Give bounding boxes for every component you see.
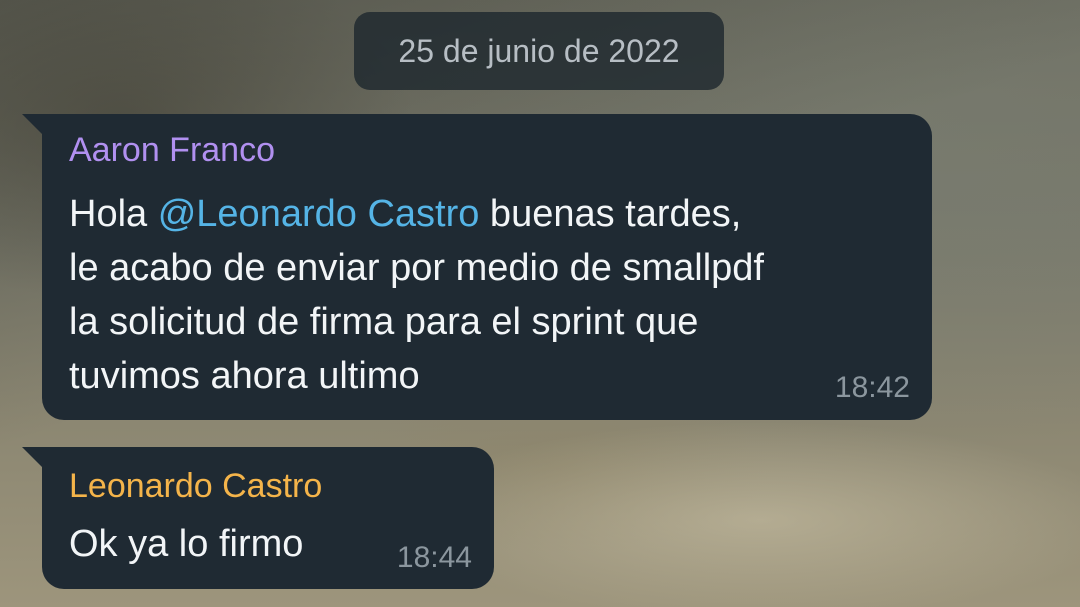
message-text-segment: Hola [69,193,158,235]
message-line: la solicitud de firma para el sprint que [69,301,699,343]
date-separator: 25 de junio de 2022 [354,12,724,90]
message-timestamp: 18:44 [396,541,472,574]
mention-link[interactable]: @Leonardo Castro [158,193,480,235]
sender-name[interactable]: Leonardo Castro [69,467,322,506]
message-text-segment: buenas tardes, [479,193,742,235]
bubble-tail [22,447,42,467]
bubble-tail [22,114,42,134]
message-timestamp: 18:42 [834,371,910,404]
message-text: Ok ya lo firmo [69,523,304,565]
message-bubble-incoming[interactable]: Aaron Franco Hola @Leonardo Castro buena… [22,114,932,420]
message-bubble-incoming[interactable]: Leonardo Castro Ok ya lo firmo 18:44 [22,447,494,589]
message-line: tuvimos ahora ultimo [69,355,420,397]
message-line: Hola @Leonardo Castro buenas tardes, [69,187,764,241]
sender-name[interactable]: Aaron Franco [69,131,275,170]
message-text: Hola @Leonardo Castro buenas tardes, le … [69,187,764,403]
message-line: le acabo de enviar por medio de smallpdf [69,247,764,289]
